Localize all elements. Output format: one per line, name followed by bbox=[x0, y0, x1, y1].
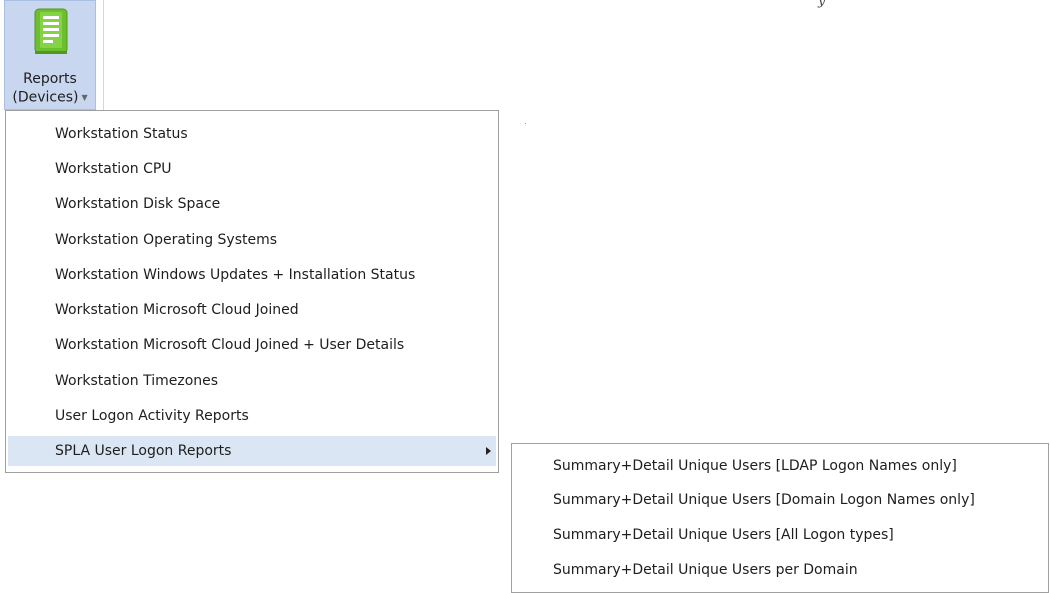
dropdown-arrow-icon: ▼ bbox=[81, 93, 88, 102]
reports-button-label-line1: Reports bbox=[23, 71, 77, 87]
reports-devices-button[interactable]: Reports (Devices) ▼ bbox=[4, 0, 96, 110]
menu-item-label: Workstation Operating Systems bbox=[55, 232, 278, 248]
submenu-item-label: Summary+Detail Unique Users [All Logon t… bbox=[553, 527, 894, 543]
submenu-item-ldap-logon-names[interactable]: Summary+Detail Unique Users [LDAP Logon … bbox=[514, 451, 1046, 481]
submenu-item-label: Summary+Detail Unique Users per Domain bbox=[553, 562, 858, 578]
menu-item-workstation-operating-systems[interactable]: Workstation Operating Systems bbox=[8, 225, 496, 255]
report-document-icon bbox=[34, 8, 68, 58]
reports-devices-menu: Workstation Status Workstation CPU Works… bbox=[5, 110, 499, 473]
menu-item-label: Workstation Windows Updates + Installati… bbox=[55, 267, 416, 283]
menu-item-label: Workstation Status bbox=[55, 126, 188, 142]
submenu-item-per-domain[interactable]: Summary+Detail Unique Users per Domain bbox=[514, 555, 1046, 585]
menu-item-label: Workstation Microsoft Cloud Joined bbox=[55, 302, 299, 318]
artifact-dot bbox=[525, 123, 526, 124]
clipped-title-fragment: y bbox=[818, 0, 826, 9]
menu-item-spla-user-logon-reports[interactable]: SPLA User Logon Reports bbox=[8, 436, 496, 466]
menu-item-workstation-windows-updates[interactable]: Workstation Windows Updates + Installati… bbox=[8, 260, 496, 290]
submenu-item-all-logon-types[interactable]: Summary+Detail Unique Users [All Logon t… bbox=[514, 520, 1046, 550]
menu-item-label: Workstation Microsoft Cloud Joined + Use… bbox=[55, 337, 405, 353]
menu-item-workstation-cpu[interactable]: Workstation CPU bbox=[8, 154, 496, 184]
submenu-item-domain-logon-names[interactable]: Summary+Detail Unique Users [Domain Logo… bbox=[514, 485, 1046, 515]
menu-item-label: User Logon Activity Reports bbox=[55, 408, 249, 424]
menu-item-workstation-status[interactable]: Workstation Status bbox=[8, 119, 496, 149]
menu-item-workstation-cloud-joined[interactable]: Workstation Microsoft Cloud Joined bbox=[8, 295, 496, 325]
menu-item-label: Workstation CPU bbox=[55, 161, 172, 177]
submenu-item-label: Summary+Detail Unique Users [Domain Logo… bbox=[553, 492, 975, 508]
menu-item-label: Workstation Disk Space bbox=[55, 196, 221, 212]
spla-user-logon-submenu: Summary+Detail Unique Users [LDAP Logon … bbox=[511, 443, 1049, 593]
reports-button-label-line2-text: (Devices) bbox=[12, 89, 79, 106]
menu-item-user-logon-activity-reports[interactable]: User Logon Activity Reports bbox=[8, 401, 496, 431]
menu-item-workstation-timezones[interactable]: Workstation Timezones bbox=[8, 366, 496, 396]
menu-item-workstation-disk-space[interactable]: Workstation Disk Space bbox=[8, 189, 496, 219]
menu-item-label: SPLA User Logon Reports bbox=[55, 443, 232, 459]
submenu-arrow-icon bbox=[486, 447, 491, 455]
menu-item-workstation-cloud-joined-user-details[interactable]: Workstation Microsoft Cloud Joined + Use… bbox=[8, 330, 496, 360]
reports-button-label-line2: (Devices) ▼ bbox=[5, 89, 95, 107]
menu-item-label: Workstation Timezones bbox=[55, 373, 219, 389]
ribbon-group-divider bbox=[103, 0, 104, 110]
ribbon: Reports (Devices) ▼ y bbox=[0, 0, 1050, 112]
submenu-item-label: Summary+Detail Unique Users [LDAP Logon … bbox=[553, 458, 957, 474]
